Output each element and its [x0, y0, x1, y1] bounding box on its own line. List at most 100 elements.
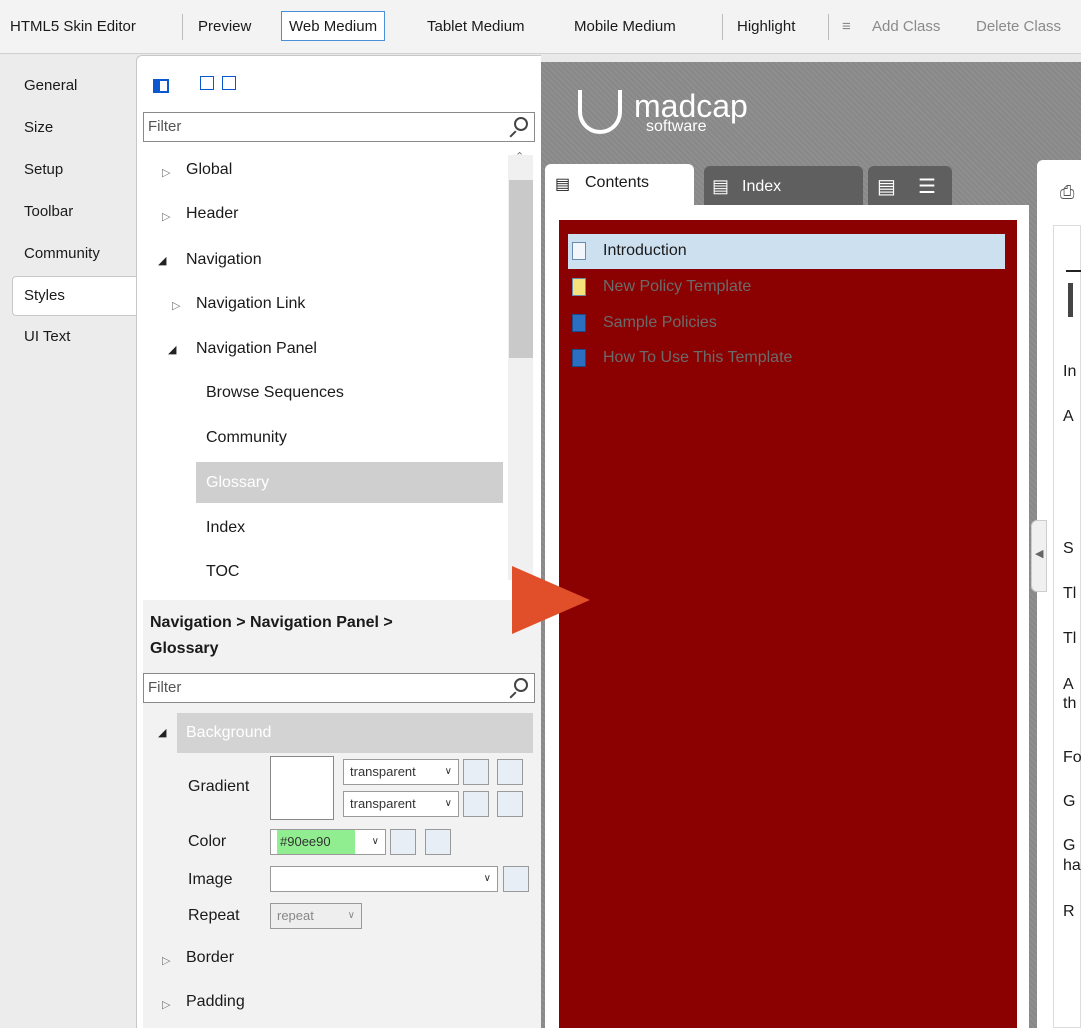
expand-icon[interactable]: ▷ [162, 954, 170, 967]
tree-item-index[interactable]: Index [206, 519, 245, 537]
nav-toolbar[interactable]: Toolbar [24, 203, 73, 220]
print-icon[interactable]: ⎙ [1060, 182, 1074, 203]
gradient-bottom-dropdown[interactable]: transparent ∨ [343, 791, 459, 817]
breadcrumb-current: Glossary [150, 640, 219, 657]
topic-text: A [1063, 676, 1074, 693]
gradient-preview [270, 756, 334, 820]
border-group[interactable]: Border [186, 949, 234, 967]
layout-icon[interactable] [153, 79, 169, 93]
paint-bucket-icon[interactable] [463, 759, 489, 785]
paint-bucket-icon[interactable] [463, 791, 489, 817]
chevron-down-icon: ∨ [444, 798, 452, 809]
topic-text: th [1063, 695, 1077, 712]
nav-styles[interactable]: Styles [24, 287, 65, 304]
tablet-medium-button[interactable]: Tablet Medium [427, 12, 525, 42]
tree-item-global[interactable]: Global [186, 161, 232, 179]
add-class-icon: ≡ [842, 18, 851, 35]
topic-text: In [1063, 363, 1077, 380]
topic-icon [572, 242, 586, 260]
tree-item-community[interactable]: Community [206, 429, 287, 447]
highlight-button[interactable]: Highlight [737, 12, 795, 42]
color-picker-icon[interactable] [497, 791, 523, 817]
tree-item-glossary[interactable]: Glossary [206, 474, 269, 492]
toc-item-introduction[interactable]: Introduction [603, 242, 687, 260]
nav-community[interactable]: Community [24, 245, 100, 262]
book-icon [572, 349, 586, 367]
preview-button[interactable]: Preview [198, 12, 251, 42]
chevron-left-icon: ◀ [1035, 548, 1044, 560]
tab-index-label: Index [742, 178, 782, 195]
topic-text: G [1063, 793, 1076, 810]
tab-contents-label: Contents [585, 174, 650, 191]
background-label: Background [186, 724, 272, 741]
toc-item-how-to-use[interactable]: How To Use This Template [603, 349, 792, 367]
tree-item-navigation[interactable]: Navigation [186, 251, 262, 269]
logo-subtext: software [646, 118, 707, 135]
search-icon [514, 117, 528, 131]
topic-text: ha [1063, 857, 1081, 874]
topic-heading-bar [1068, 283, 1073, 317]
new-topic-icon [572, 278, 586, 296]
expand-all-icon[interactable] [200, 76, 214, 90]
list-icon: ☰ [918, 176, 936, 198]
editor-title: HTML5 Skin Editor [10, 18, 136, 35]
chevron-down-icon: ∨ [347, 910, 355, 921]
repeat-dropdown[interactable]: repeat ∨ [270, 903, 362, 929]
tree-item-toc[interactable]: TOC [206, 563, 239, 581]
paint-bucket-icon[interactable] [390, 829, 416, 855]
web-medium-button[interactable]: Web Medium [281, 11, 386, 41]
expand-icon[interactable]: ▷ [162, 998, 170, 1011]
topic-rule [1066, 270, 1081, 272]
toc-item-new-policy-template[interactable]: New Policy Template [603, 278, 751, 296]
image-label: Image [188, 871, 233, 888]
madcap-logo-icon [578, 90, 622, 134]
chevron-down-icon: ∨ [483, 873, 491, 884]
tree-item-header[interactable]: Header [186, 205, 238, 223]
tree-item-navigation-panel[interactable]: Navigation Panel [196, 340, 317, 358]
callout-arrow [512, 566, 590, 634]
panel-collapse-handle[interactable]: ◀ [1031, 520, 1047, 592]
top-toolbar: HTML5 Skin Editor Preview Web Medium Tab… [0, 0, 1081, 54]
padding-group[interactable]: Padding [186, 993, 245, 1011]
collapse-icon[interactable]: ◢ [158, 254, 166, 267]
delete-class-button[interactable]: Delete Class [976, 12, 1061, 42]
properties-filter-input[interactable]: Filter [143, 673, 535, 703]
image-dropdown[interactable]: ∨ [270, 866, 498, 892]
expand-icon[interactable]: ▷ [162, 166, 170, 179]
scroll-up-icon[interactable]: ⌃ [515, 150, 524, 163]
repeat-label: Repeat [188, 907, 240, 924]
tree-filter-input[interactable]: Filter [143, 112, 535, 142]
book-icon [572, 314, 586, 332]
color-picker-icon[interactable] [497, 759, 523, 785]
tree-scrollbar-thumb[interactable] [509, 180, 533, 358]
topic-text: Fo [1063, 749, 1081, 766]
collapse-icon[interactable]: ◢ [158, 726, 166, 739]
chevron-down-icon: ∨ [371, 836, 379, 847]
mobile-medium-button[interactable]: Mobile Medium [574, 12, 676, 42]
chevron-down-icon: ∨ [444, 766, 452, 777]
expand-icon[interactable]: ▷ [162, 210, 170, 223]
collapse-all-icon[interactable] [222, 76, 236, 90]
color-picker-icon[interactable] [425, 829, 451, 855]
topic-text: Tl [1063, 585, 1077, 602]
nav-setup[interactable]: Setup [24, 161, 63, 178]
left-nav [0, 55, 136, 1028]
breadcrumb: Navigation > Navigation Panel > [150, 614, 393, 631]
toc-item-sample-policies[interactable]: Sample Policies [603, 314, 717, 332]
tree-item-navigation-link[interactable]: Navigation Link [196, 295, 305, 313]
image-browse-icon[interactable] [503, 866, 529, 892]
gradient-top-dropdown[interactable]: transparent ∨ [343, 759, 459, 785]
nav-general[interactable]: General [24, 77, 77, 94]
topic-text: Tl [1063, 630, 1077, 647]
topic-text: R [1063, 903, 1075, 920]
add-class-button[interactable]: Add Class [872, 12, 940, 42]
color-dropdown[interactable]: #90ee90 ∨ [270, 829, 386, 855]
nav-size[interactable]: Size [24, 119, 53, 136]
topic-text: G [1063, 837, 1076, 854]
collapse-icon[interactable]: ◢ [168, 343, 176, 356]
tree-item-browse-sequences[interactable]: Browse Sequences [206, 384, 344, 402]
contents-icon: ▤ [555, 176, 571, 193]
expand-icon[interactable]: ▷ [172, 299, 180, 312]
glossary-icon: ▤ [877, 176, 896, 198]
nav-ui-text[interactable]: UI Text [24, 328, 70, 345]
